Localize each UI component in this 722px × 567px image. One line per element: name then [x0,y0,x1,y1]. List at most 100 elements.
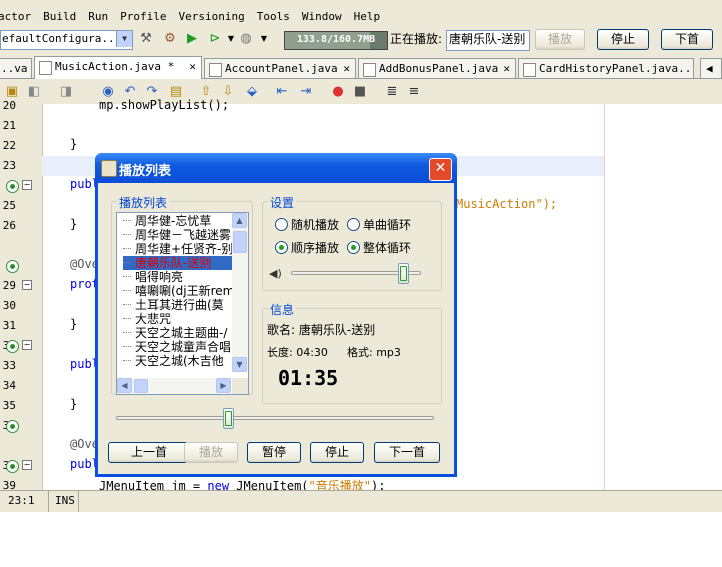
code-line: mp.showPlayList(); [99,98,230,112]
chevron-down-icon[interactable]: ▼ [223,31,239,47]
back-icon[interactable]: ◧ [26,84,42,100]
code-line: } [70,217,78,231]
override-marker-icon[interactable] [6,460,19,473]
tab-accountpanel[interactable]: AccountPanel.java ✕ [204,58,356,78]
menu-window[interactable]: Window [302,10,342,23]
playlist-item[interactable]: 天空之城(木吉他 [123,354,236,368]
override-marker-icon[interactable] [6,340,19,353]
stop-macro-icon[interactable]: ■ [352,84,368,100]
sequential-play-radio[interactable] [275,241,288,254]
java-file-icon [523,63,536,77]
close-button[interactable]: ✕ [429,158,452,181]
now-playing-field[interactable]: 唐朝乐队-送别 [446,30,530,51]
stop-button[interactable]: 停止 [310,442,364,463]
pause-button[interactable]: 暂停 [247,442,301,463]
tree-line [123,276,131,277]
next-button[interactable]: 下一首 [374,442,440,463]
fold-toggle-icon[interactable]: − [22,460,32,470]
menu-help[interactable]: Help [354,10,381,23]
random-play-radio[interactable] [275,218,288,231]
tab-cardhistorypanel[interactable]: CardHistoryPanel.java... [518,58,694,78]
menu-run[interactable]: Run [88,10,108,23]
playlist-item[interactable]: 嘻唰唰(dj王新rem [123,284,236,298]
menu-tools[interactable]: Tools [257,10,290,23]
configuration-select[interactable]: efaultConfigura... ▼ [0,30,133,50]
memory-indicator[interactable]: 133.8/160.7MB [284,31,388,50]
tab-musicaction[interactable]: MusicAction.java * ✕ [34,56,202,79]
playlist-item[interactable]: 周华健－飞越迷雾 [123,228,236,242]
single-loop-label: 单曲循环 [363,218,412,232]
override-marker-icon[interactable] [6,420,19,433]
playlist-item[interactable]: 唐朝乐队-送别 [123,256,236,270]
tab-scroll-left[interactable]: ◀ [700,58,722,78]
chevron-down-icon[interactable]: ▼ [116,31,132,47]
debug-icon[interactable]: ⊳ [207,31,223,47]
scroll-right-icon[interactable]: ▶ [216,378,231,393]
scroll-up-icon[interactable]: ▲ [232,213,247,228]
override-marker-icon[interactable] [6,260,19,273]
progress-slider-thumb[interactable] [223,408,235,429]
close-icon[interactable]: ✕ [189,57,196,77]
loop-all-radio[interactable] [347,241,360,254]
fold-toggle-icon[interactable]: − [22,340,32,350]
playlist-item[interactable]: 土耳其进行曲(莫 [123,298,236,312]
scroll-thumb[interactable] [233,231,247,253]
scroll-left-icon[interactable]: ◀ [117,378,132,393]
single-loop-radio[interactable] [347,218,360,231]
menu-refactor[interactable]: actor [0,10,31,23]
toolbar-next-button[interactable]: 下首 [661,29,713,50]
playlist-horizontal-scrollbar[interactable]: ◀ ▶ [117,378,231,394]
hammer-icon[interactable]: ⚒ [138,31,154,47]
line-number: 26 [2,219,16,232]
toolbar-play-button[interactable]: 播放 [535,29,585,50]
source-history-icon[interactable]: ▣ [4,84,20,100]
profile-icon[interactable]: ◍ [238,31,254,47]
elapsed-time: 01:35 [278,366,339,390]
tree-line [123,262,131,263]
menu-build[interactable]: Build [43,10,76,23]
chevron-down-icon[interactable]: ▼ [256,31,272,47]
clean-build-icon[interactable]: ⚙ [162,31,178,47]
scroll-down-icon[interactable]: ▼ [232,357,247,372]
run-icon[interactable]: ▶ [184,31,200,47]
uncomment-icon[interactable]: ≡ [406,84,422,100]
playlist-item[interactable]: 天空之城主题曲-/ [123,326,236,340]
playlist-list[interactable]: 周华健-忘忧草 周华健－飞越迷雾 周华建+任贤齐-别 唐朝乐队-送别 唱得响亮 嘻唰唰(d… [116,212,249,395]
progress-track[interactable] [116,416,434,420]
tab-addbonuspanel[interactable]: AddBonusPanel.java ✕ [358,58,516,78]
prev-button[interactable]: 上一首 [108,442,190,463]
comment-icon[interactable]: ≣ [384,84,400,100]
shift-left-icon[interactable]: ⇤ [274,84,290,100]
line-number: 23 [2,159,16,172]
scroll-thumb[interactable] [134,379,148,393]
record-macro-icon[interactable]: ● [330,84,346,100]
editor-tabs: ..va MusicAction.java * ✕ AccountPanel.j… [0,56,722,79]
playlist-item-label: 天空之城主题曲-/ [135,326,228,340]
tab-previous[interactable]: ..va [0,58,32,78]
fold-toggle-icon[interactable]: − [22,180,32,190]
playlist-item[interactable]: 周华建+任贤齐-别 [123,242,236,256]
playlist-item[interactable]: 大悲咒 [123,312,236,326]
playlist-vertical-scrollbar[interactable]: ▲ ▼ [232,213,248,372]
line-number: 34 [2,379,16,392]
line-number: 33 [2,359,16,372]
menu-profile[interactable]: Profile [120,10,166,23]
close-icon[interactable]: ✕ [503,59,510,78]
status-bar: 23:1 INS [0,490,722,512]
playlist-item[interactable]: 唱得响亮 [123,270,236,284]
playlist-item[interactable]: 天空之城童声合唱 [123,340,236,354]
toolbar-stop-button[interactable]: 停止 [597,29,649,50]
line-number: 29 [2,279,16,292]
close-icon[interactable]: ✕ [343,59,350,78]
menu-versioning[interactable]: Versioning [178,10,244,23]
tab-label: AddBonusPanel.java [379,62,499,75]
fold-toggle-icon[interactable]: − [22,280,32,290]
toggle-bookmark-icon[interactable]: ⬙ [244,84,260,100]
dialog-titlebar[interactable]: 播放列表 ✕ [95,153,457,183]
shift-right-icon[interactable]: ⇥ [298,84,314,100]
play-button[interactable]: 播放 [184,442,238,463]
volume-slider-thumb[interactable] [398,263,410,284]
forward-icon[interactable]: ◨ [58,84,74,100]
override-marker-icon[interactable] [6,180,19,193]
playlist-item[interactable]: 周华健-忘忧草 [123,214,236,228]
